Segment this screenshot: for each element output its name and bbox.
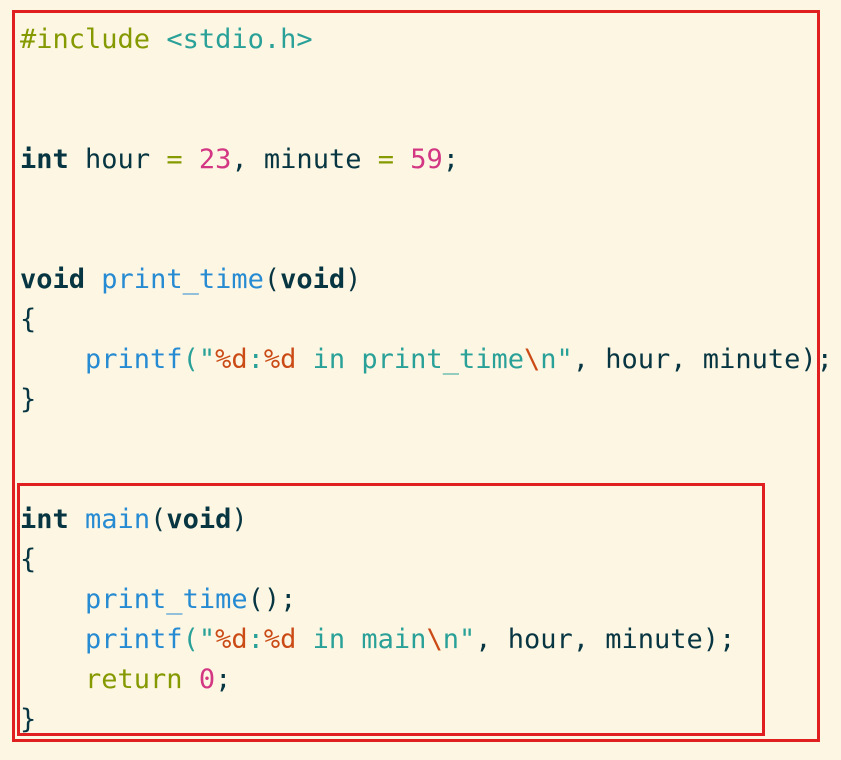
highlight-box-main — [17, 483, 765, 736]
